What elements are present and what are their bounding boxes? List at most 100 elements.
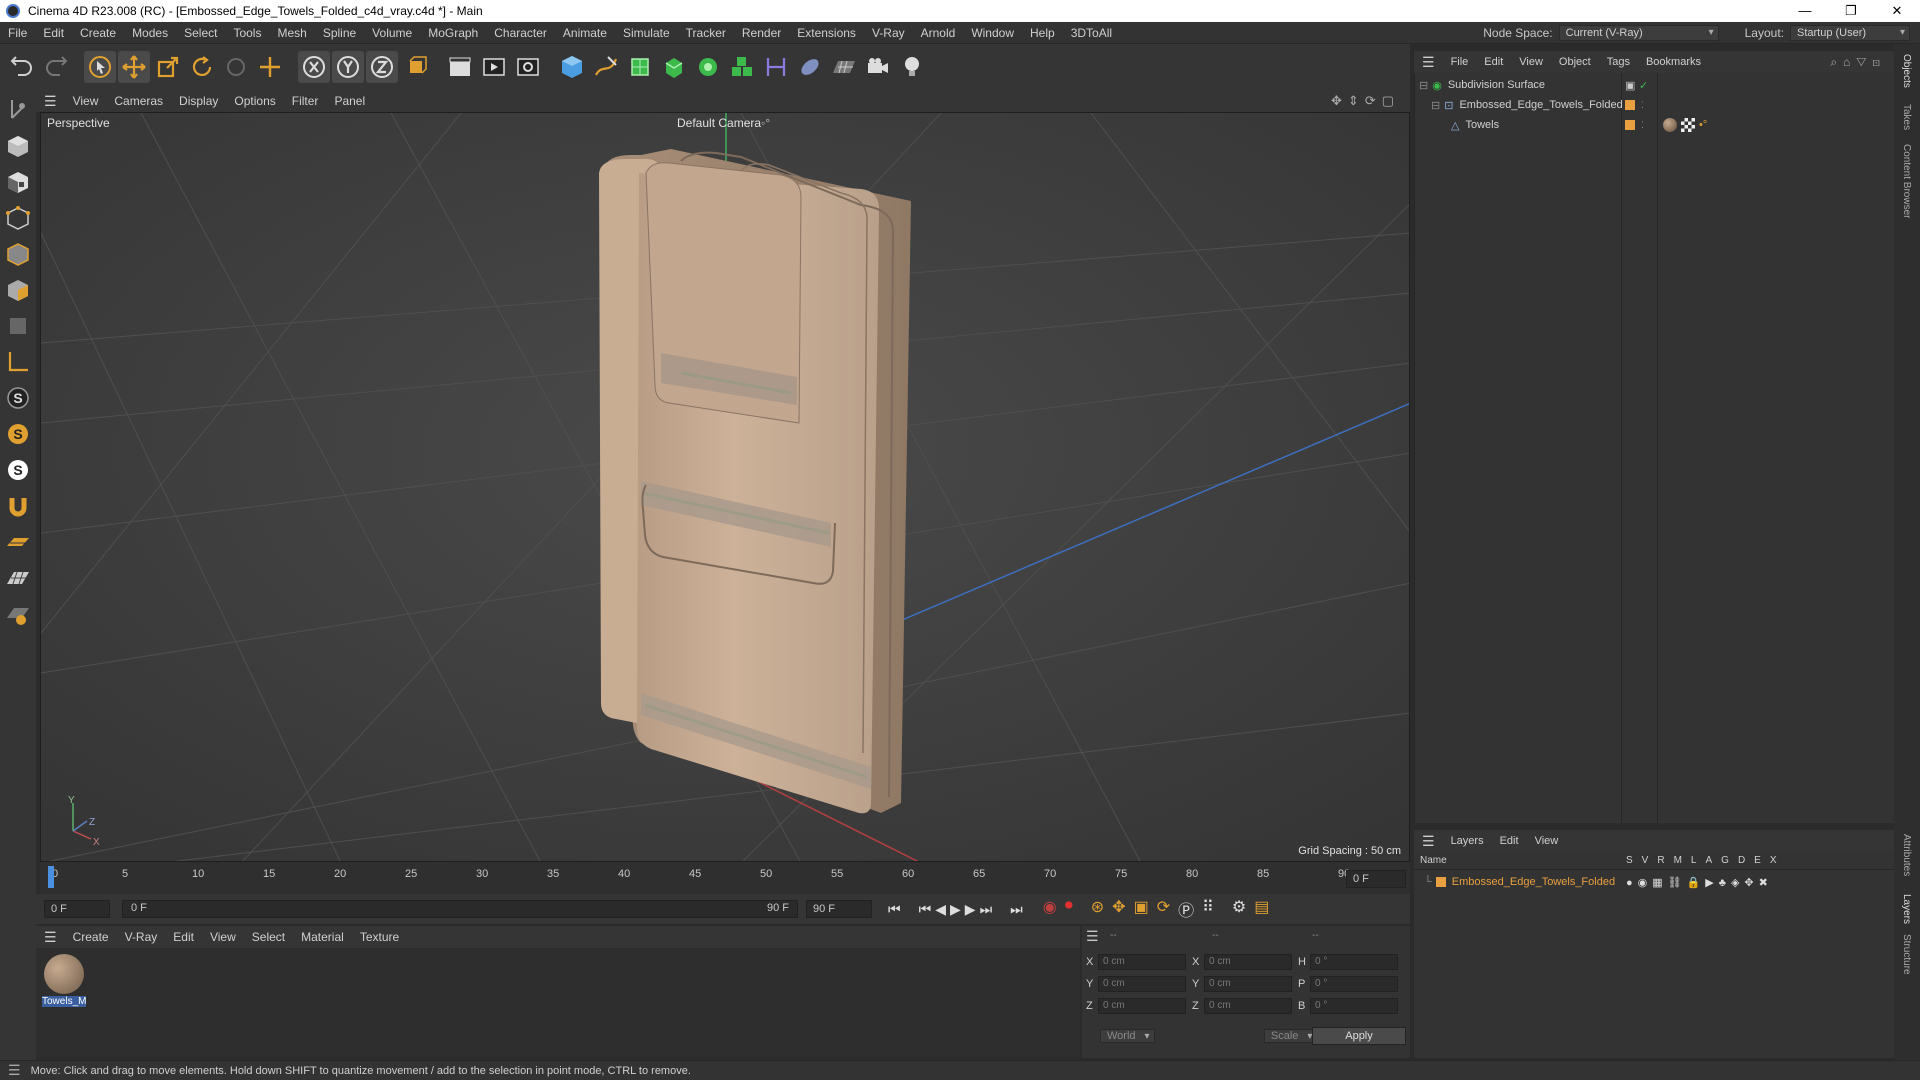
rotate-tool-button[interactable] — [186, 51, 218, 83]
snap-button[interactable]: S — [2, 382, 34, 414]
menu-arnold[interactable]: Arnold — [913, 26, 964, 40]
coords-hamburger-icon[interactable]: ☰ — [1086, 928, 1099, 945]
render-picture-viewer-button[interactable] — [478, 51, 510, 83]
viewport-menu-panel[interactable]: Panel — [326, 94, 373, 108]
menu-modes[interactable]: Modes — [124, 26, 176, 40]
close-button[interactable]: ✕ — [1874, 3, 1920, 19]
soft-selection-button[interactable]: S — [2, 418, 34, 450]
minimize-button[interactable]: — — [1782, 3, 1828, 19]
solo-button[interactable]: S — [2, 454, 34, 486]
end-frame-field[interactable]: 90 F — [806, 900, 872, 918]
light-button[interactable] — [896, 51, 928, 83]
layers-menu-edit[interactable]: Edit — [1492, 835, 1527, 847]
deformer-button[interactable] — [726, 51, 758, 83]
menu-select[interactable]: Select — [176, 26, 225, 40]
object-menu-view[interactable]: View — [1511, 56, 1551, 68]
undo-button[interactable] — [6, 51, 38, 83]
position-y-field[interactable]: 0 cm — [1098, 976, 1186, 992]
object-menu-tags[interactable]: Tags — [1599, 56, 1638, 68]
polygon-mode-button[interactable] — [2, 274, 34, 306]
timeline-ruler[interactable]: 0 5 10 15 20 25 30 35 40 45 50 55 60 65 … — [40, 862, 1410, 894]
material-menu-create[interactable]: Create — [65, 930, 117, 944]
uv-mode-button[interactable] — [2, 310, 34, 342]
model-mode-button[interactable] — [2, 130, 34, 162]
play-button[interactable]: ▶ — [950, 901, 961, 918]
scale-tool-button[interactable] — [152, 51, 184, 83]
layout-dropdown[interactable]: Startup (User) — [1790, 24, 1910, 41]
x-axis-lock-button[interactable] — [298, 51, 330, 83]
layer-toggle-icons[interactable]: ●◉▦⛓🔒▶♣◈✥✖ — [1626, 876, 1773, 889]
menu-volume[interactable]: Volume — [364, 26, 420, 40]
size-z-field[interactable]: 0 cm — [1204, 998, 1292, 1014]
create-tool-button[interactable] — [254, 51, 286, 83]
menu-3dtoall[interactable]: 3DToAll — [1063, 26, 1120, 40]
layers-menu-layers[interactable]: Layers — [1443, 835, 1492, 847]
menu-animate[interactable]: Animate — [555, 26, 615, 40]
tab-takes[interactable]: Takes — [1901, 104, 1912, 130]
visibility-dots-icon[interactable]: ⁚ — [1641, 100, 1644, 111]
viewport-menu-cameras[interactable]: Cameras — [106, 94, 171, 108]
subdivision-surface-button[interactable] — [624, 51, 656, 83]
rotation-h-field[interactable]: 0 ° — [1310, 954, 1398, 970]
viewport-menu-display[interactable]: Display — [171, 94, 226, 108]
key-all-button[interactable]: ⊛ — [1091, 897, 1104, 921]
axis-mode-button[interactable] — [2, 346, 34, 378]
vray-tag-icon[interactable]: •° — [1699, 119, 1707, 131]
menu-character[interactable]: Character — [486, 26, 555, 40]
locked-workplane-button[interactable] — [2, 598, 34, 630]
menu-tracker[interactable]: Tracker — [678, 26, 734, 40]
material-menu-vray[interactable]: V-Ray — [117, 930, 166, 944]
coordinate-mode-dropdown[interactable]: World — [1100, 1029, 1155, 1043]
render-view-button[interactable] — [444, 51, 476, 83]
prev-key-button[interactable]: ⏮ — [919, 901, 932, 918]
go-to-end-button[interactable]: ⏭ — [1010, 901, 1023, 918]
edge-mode-button[interactable] — [2, 238, 34, 270]
timeline-settings-button[interactable]: ⚙ — [1232, 897, 1246, 921]
key-scale-button[interactable]: ▣ — [1134, 897, 1149, 921]
node-space-dropdown[interactable]: Current (V-Ray) — [1558, 24, 1719, 41]
grid-plane-button[interactable] — [2, 562, 34, 594]
position-x-field[interactable]: 0 cm — [1098, 954, 1186, 970]
size-x-field[interactable]: 0 cm — [1204, 954, 1292, 970]
move-tool-button[interactable] — [118, 51, 150, 83]
object-search-icon[interactable]: ⌕⌂▽⊡ — [1830, 55, 1894, 70]
menu-extensions[interactable]: Extensions — [789, 26, 864, 40]
transform-mode-dropdown[interactable]: Scale — [1263, 1029, 1318, 1043]
layer-color-swatch[interactable] — [1435, 877, 1446, 887]
live-selection-button[interactable] — [84, 51, 116, 83]
redo-button[interactable] — [40, 51, 72, 83]
menu-window[interactable]: Window — [963, 26, 1022, 40]
tab-content-browser[interactable]: Content Browser — [1901, 144, 1912, 218]
visibility-dots-icon[interactable]: ⁚ — [1641, 120, 1644, 131]
coordinate-system-button[interactable] — [400, 51, 432, 83]
rotation-b-field[interactable]: 0 ° — [1310, 998, 1398, 1014]
viewport-camera-name[interactable]: Default Camera — [677, 116, 761, 130]
key-rotation-button[interactable]: ⟳ — [1157, 897, 1170, 921]
object-menu-file[interactable]: File — [1443, 56, 1477, 68]
z-axis-lock-button[interactable] — [366, 51, 398, 83]
start-frame-field[interactable]: 0 F — [44, 900, 110, 918]
viewport-nav-icons[interactable]: ✥⇕⟳▢ — [1331, 93, 1410, 109]
menu-file[interactable]: File — [0, 26, 35, 40]
menu-tools[interactable]: Tools — [225, 26, 269, 40]
viewport-menu-filter[interactable]: Filter — [284, 94, 327, 108]
frame-range-slider[interactable]: 0 F 90 F — [122, 900, 798, 918]
material-menu-texture[interactable]: Texture — [352, 930, 407, 944]
texture-mode-button[interactable] — [2, 166, 34, 198]
menu-help[interactable]: Help — [1022, 26, 1063, 40]
workplane-button[interactable] — [2, 526, 34, 558]
key-position-button[interactable]: ✥ — [1112, 897, 1125, 921]
camera-lock-icon[interactable]: ◦° — [761, 116, 770, 130]
menu-mesh[interactable]: Mesh — [269, 26, 314, 40]
enable-checkbox-icon[interactable]: ▣ — [1625, 79, 1635, 92]
go-to-start-button[interactable]: ⏮ — [888, 901, 901, 918]
material-menu-select[interactable]: Select — [244, 930, 293, 944]
viewport-menu-options[interactable]: Options — [226, 94, 283, 108]
rotation-p-field[interactable]: 0 ° — [1310, 976, 1398, 992]
menu-render[interactable]: Render — [734, 26, 789, 40]
autokey-button[interactable]: ⏺ — [1065, 897, 1073, 921]
tab-attributes[interactable]: Attributes — [1901, 834, 1912, 876]
menu-create[interactable]: Create — [72, 26, 124, 40]
make-editable-button[interactable] — [2, 94, 34, 126]
object-menu-bookmarks[interactable]: Bookmarks — [1638, 56, 1709, 68]
